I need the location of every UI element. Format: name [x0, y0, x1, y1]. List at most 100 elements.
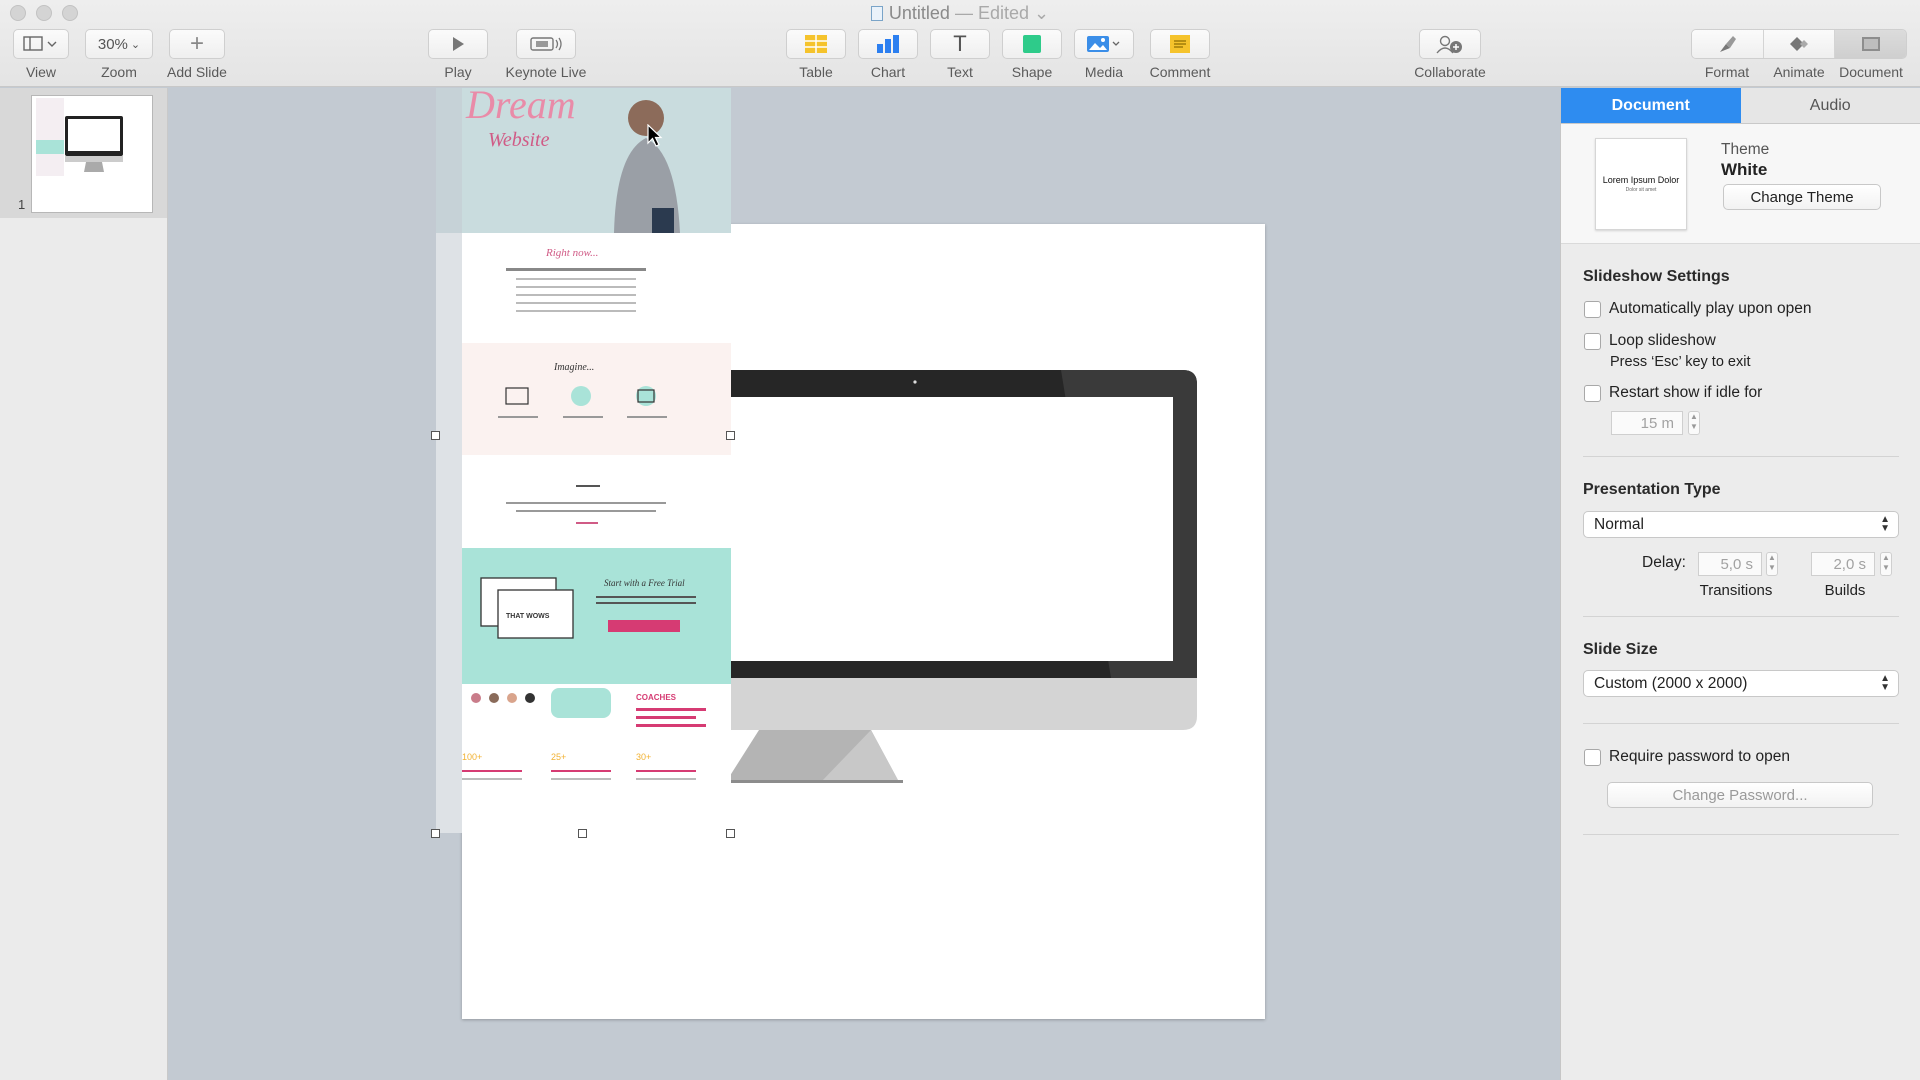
keynote-live-button[interactable]: Keynote Live	[500, 29, 592, 80]
media-icon[interactable]	[1074, 29, 1134, 59]
divider	[1583, 723, 1899, 724]
table-label: Table	[799, 64, 833, 80]
view-button[interactable]: View	[12, 29, 70, 80]
resize-handle-bottom-left[interactable]	[431, 829, 440, 838]
theme-caption: Theme	[1721, 141, 1770, 158]
text-label: Text	[947, 64, 973, 80]
play-button[interactable]: Play	[426, 29, 490, 80]
require-password-checkbox[interactable]	[1584, 749, 1601, 766]
slide-number: 1	[18, 197, 26, 212]
tab-audio[interactable]: Audio	[1741, 88, 1920, 123]
loop-slideshow-checkbox[interactable]	[1584, 333, 1601, 350]
divider	[1583, 834, 1899, 835]
slide-size-value: Custom (2000 x 2000)	[1594, 674, 1748, 692]
shape-button[interactable]: Shape	[1001, 29, 1063, 80]
resize-handle-right[interactable]	[726, 431, 735, 440]
transitions-delay-stepper[interactable]: ▲ ▼	[1766, 552, 1778, 576]
comment-icon[interactable]	[1150, 29, 1210, 59]
document-name: Untitled	[888, 3, 950, 23]
loop-slideshow-label: Loop slideshow	[1609, 332, 1716, 349]
title-menu-chevron-icon: ⌄	[1034, 3, 1050, 23]
comment-label: Comment	[1149, 64, 1211, 80]
zoom-value: 30%	[97, 35, 128, 53]
text-icon[interactable]: T	[930, 29, 990, 59]
format-label: Format	[1704, 64, 1750, 80]
loop-hint: Press ‘Esc’ key to exit	[1610, 354, 1751, 370]
slide-canvas[interactable]: Dream Website Right now... Imagine... TH…	[169, 88, 1560, 1080]
presentation-type-title: Presentation Type	[1583, 481, 1721, 498]
document-icon[interactable]	[1835, 30, 1906, 58]
document-inspector: Document Audio Lorem Ipsum Dolor Dolor s…	[1560, 88, 1920, 1080]
change-theme-button[interactable]: Change Theme	[1723, 184, 1881, 210]
chart-icon[interactable]	[858, 29, 918, 59]
slide-size-select[interactable]: Custom (2000 x 2000) ▲ ▼	[1583, 670, 1899, 697]
plus-icon[interactable]: +	[169, 29, 225, 59]
play-icon[interactable]	[428, 29, 488, 59]
restart-idle-label: Restart show if idle for	[1609, 384, 1763, 401]
keynote-document-icon	[870, 6, 883, 21]
delay-label: Delay:	[1642, 554, 1686, 571]
media-button[interactable]: Media	[1073, 29, 1135, 80]
coaches-heading: COACHES	[636, 693, 677, 702]
presentation-type-value: Normal	[1594, 515, 1644, 533]
theme-section: Lorem Ipsum Dolor Dolor sit amet Theme W…	[1561, 124, 1920, 244]
builds-delay-field[interactable]: 2,0 s	[1811, 552, 1875, 576]
stat-1: 100+	[462, 752, 482, 762]
right-now-heading: Right now...	[545, 247, 598, 259]
shape-label: Shape	[1011, 64, 1053, 80]
paintbrush-icon[interactable]	[1692, 30, 1764, 58]
collaborate-button[interactable]: Collaborate	[1405, 29, 1495, 80]
inspector-segmented-control: Format Animate Document	[1690, 29, 1908, 80]
table-icon[interactable]	[786, 29, 846, 59]
theme-preview-title: Lorem Ipsum Dolor	[1602, 175, 1680, 185]
chart-label: Chart	[870, 64, 906, 80]
tab-document[interactable]: Document	[1561, 88, 1741, 123]
resize-handle-left[interactable]	[431, 431, 440, 440]
wows-text: THAT WOWS	[506, 613, 550, 620]
edited-status: — Edited	[954, 3, 1029, 23]
sidebar-view-icon[interactable]	[13, 29, 69, 59]
change-password-button[interactable]: Change Password...	[1607, 782, 1873, 808]
theme-name: White	[1721, 160, 1768, 179]
zoom-label: Zoom	[101, 64, 137, 80]
imac-monitor-image[interactable]	[631, 370, 1357, 875]
keynote-live-icon[interactable]	[516, 29, 576, 59]
chart-button[interactable]: Chart	[857, 29, 919, 80]
resize-handle-bottom-right[interactable]	[726, 829, 735, 838]
view-label: View	[25, 64, 57, 80]
shape-icon[interactable]	[1002, 29, 1062, 59]
hero-title: Dream	[465, 88, 576, 127]
transitions-delay-field[interactable]: 5,0 s	[1698, 552, 1762, 576]
keynote-live-label: Keynote Live	[505, 64, 587, 80]
text-button[interactable]: T Text	[929, 29, 991, 80]
idle-minutes-field[interactable]: 15 m	[1611, 411, 1683, 435]
zoom-value-button[interactable]: 30% ⌄	[85, 29, 153, 59]
auto-play-checkbox[interactable]	[1584, 301, 1601, 318]
slide-size-title: Slide Size	[1583, 641, 1658, 658]
theme-preview[interactable]: Lorem Ipsum Dolor Dolor sit amet	[1595, 138, 1687, 230]
table-button[interactable]: Table	[785, 29, 847, 80]
builds-delay-stepper[interactable]: ▲ ▼	[1880, 552, 1892, 576]
chevron-down-icon: ⌄	[130, 38, 141, 51]
presentation-type-select[interactable]: Normal ▲ ▼	[1583, 511, 1899, 538]
diamond-icon[interactable]	[1763, 30, 1836, 58]
add-slide-label: Add Slide	[167, 64, 227, 80]
comment-button[interactable]: Comment	[1145, 29, 1215, 80]
mouse-cursor-icon	[647, 124, 663, 147]
trial-heading: Start with a Free Trial	[604, 578, 685, 588]
restart-idle-checkbox[interactable]	[1584, 385, 1601, 402]
play-label: Play	[444, 64, 472, 80]
zoom-popup[interactable]: 30% ⌄ Zoom	[84, 29, 154, 80]
website-screenshot-image[interactable]: Dream Website Right now... Imagine... TH…	[436, 88, 731, 833]
resize-handle-bottom[interactable]	[578, 829, 587, 838]
idle-minutes-stepper[interactable]: ▲ ▼	[1688, 411, 1700, 435]
window-title[interactable]: Untitled — Edited ⌄	[0, 3, 1920, 24]
slide-thumbnail[interactable]	[31, 95, 153, 213]
divider	[1583, 456, 1899, 457]
transitions-label: Transitions	[1699, 582, 1773, 599]
animate-label: Animate	[1773, 64, 1825, 80]
theme-preview-subtitle: Dolor sit amet	[1625, 187, 1657, 193]
collaborate-icon[interactable]	[1419, 29, 1481, 59]
auto-play-label: Automatically play upon open	[1609, 300, 1812, 317]
add-slide-button[interactable]: + Add Slide	[162, 29, 232, 80]
